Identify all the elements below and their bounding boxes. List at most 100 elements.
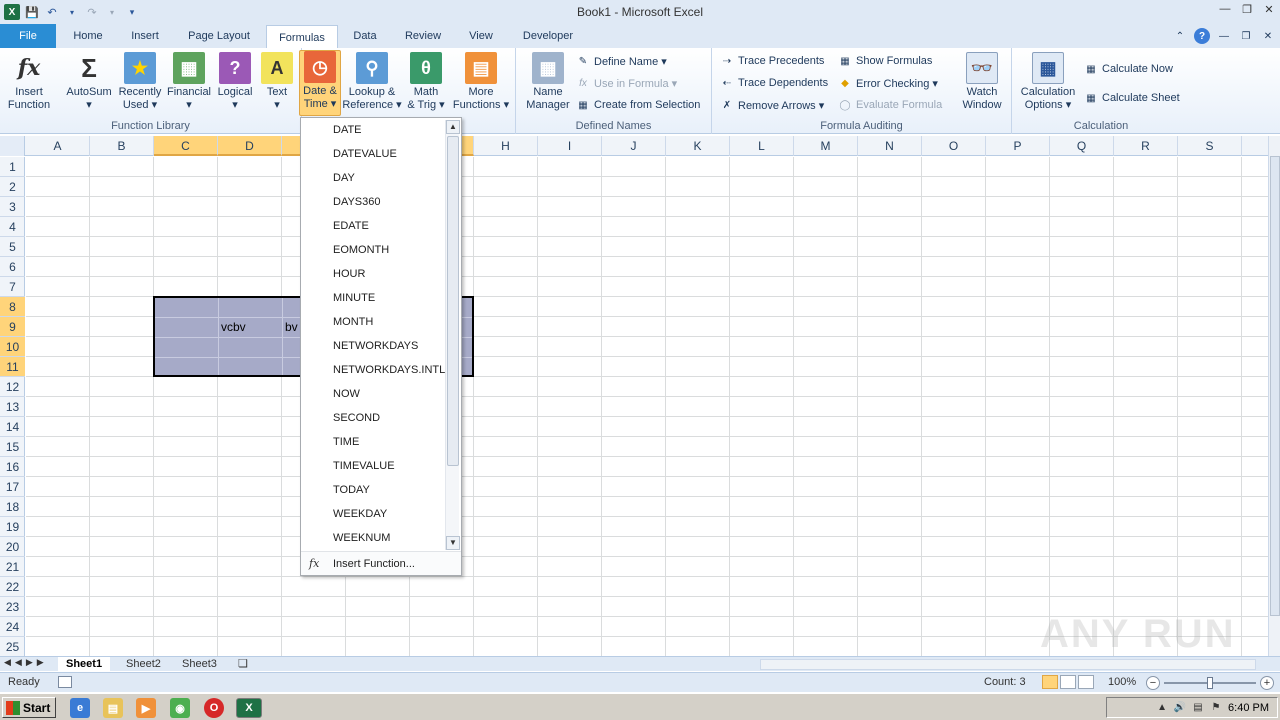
menu-item[interactable]: HOUR [333, 268, 365, 280]
workbook-restore-icon[interactable]: ❐ [1238, 28, 1254, 44]
watch-window-button[interactable]: 👓 Watch Window [956, 52, 1008, 112]
workbook-close-icon[interactable]: ✕ [1260, 28, 1276, 44]
menu-item[interactable]: TIME [333, 436, 359, 448]
row-header[interactable]: 3 [0, 197, 25, 217]
menu-item[interactable]: EDATE [333, 220, 369, 232]
scroll-down-icon[interactable]: ▼ [446, 536, 460, 550]
sheet-tab[interactable]: Sheet3 [174, 657, 225, 672]
text-button[interactable]: A Text ▾ [258, 52, 296, 112]
row-header[interactable]: 25 [0, 637, 25, 657]
column-header[interactable]: L [730, 136, 794, 156]
horizontal-scrollbar[interactable] [760, 659, 1256, 670]
row-header[interactable]: 4 [0, 217, 25, 237]
use-in-formula-button[interactable]: fx Use in Formula ▾ [576, 76, 677, 90]
row-header[interactable]: 20 [0, 537, 25, 557]
excel-taskbar-icon[interactable]: X [236, 698, 262, 718]
tab-review[interactable]: Review [396, 24, 450, 48]
column-header[interactable]: B [90, 136, 154, 156]
tab-page-layout[interactable]: Page Layout [178, 24, 260, 48]
scroll-up-icon[interactable]: ▲ [446, 120, 460, 134]
column-header[interactable]: I [538, 136, 602, 156]
page-layout-view-icon[interactable] [1060, 675, 1076, 689]
excel-logo-icon[interactable]: X [4, 4, 20, 20]
column-header[interactable]: N [858, 136, 922, 156]
menu-item[interactable]: TODAY [333, 484, 370, 496]
row-header[interactable]: 11 [0, 357, 25, 377]
minimize-icon[interactable]: — [1214, 0, 1236, 18]
menu-item[interactable]: WEEKDAY [333, 508, 387, 520]
create-from-selection-button[interactable]: ▦ Create from Selection [576, 98, 700, 112]
row-header[interactable]: 13 [0, 397, 25, 417]
trace-dependents-button[interactable]: ⇠ Trace Dependents [720, 76, 828, 90]
menu-item[interactable]: TIMEVALUE [333, 460, 395, 472]
volume-icon[interactable]: 🔊 [1174, 702, 1186, 714]
redo-dropdown-icon[interactable]: ▾ [104, 4, 120, 20]
error-checking-button[interactable]: ◆ Error Checking ▾ [838, 76, 938, 90]
menu-item[interactable]: DATEVALUE [333, 148, 397, 160]
chrome-icon[interactable]: ◉ [170, 698, 190, 718]
row-header[interactable]: 18 [0, 497, 25, 517]
menu-item[interactable]: DAY [333, 172, 355, 184]
recently-used-button[interactable]: ★ Recently Used ▾ [116, 52, 164, 112]
column-header[interactable]: C [154, 136, 218, 156]
save-icon[interactable]: 💾 [24, 4, 40, 20]
sheet-tab[interactable]: Sheet1 [58, 657, 111, 672]
row-header[interactable]: 5 [0, 237, 25, 257]
zoom-knob[interactable] [1207, 677, 1213, 689]
row-header[interactable]: 10 [0, 337, 25, 357]
column-header[interactable]: P [986, 136, 1050, 156]
zoom-level[interactable]: 100% [1108, 676, 1136, 688]
dropdown-scrollbar[interactable]: ▲ ▼ [445, 120, 460, 550]
zoom-out-icon[interactable]: − [1146, 676, 1160, 690]
zoom-in-icon[interactable]: + [1260, 676, 1274, 690]
column-header[interactable]: K [666, 136, 730, 156]
row-header[interactable]: 14 [0, 417, 25, 437]
scroll-thumb[interactable] [447, 136, 459, 466]
column-header[interactable]: A [26, 136, 90, 156]
row-header[interactable]: 15 [0, 437, 25, 457]
opera-icon[interactable]: O [204, 698, 224, 718]
insert-sheet-icon[interactable]: ❏ [230, 657, 256, 672]
date-time-button[interactable]: ◷ Date & Time ▾ [299, 50, 341, 116]
workbook-minimize-icon[interactable]: — [1216, 28, 1232, 44]
minimize-ribbon-icon[interactable]: ⌃ [1172, 28, 1188, 44]
row-header[interactable]: 6 [0, 257, 25, 277]
menu-item[interactable]: DATE [333, 124, 362, 136]
sheet-tab[interactable]: Sheet2 [118, 657, 169, 672]
select-all-corner[interactable] [0, 136, 25, 156]
worksheet-grid[interactable] [26, 157, 1268, 657]
menu-item[interactable]: EOMONTH [333, 244, 389, 256]
row-header[interactable]: 23 [0, 597, 25, 617]
row-header[interactable]: 17 [0, 477, 25, 497]
vertical-scroll-thumb[interactable] [1270, 156, 1280, 616]
redo-icon[interactable]: ↷ [84, 4, 100, 20]
zoom-slider[interactable]: − + [1146, 676, 1274, 690]
show-formulas-button[interactable]: ▦ Show Formulas [838, 54, 932, 68]
column-header[interactable]: O [922, 136, 986, 156]
row-header[interactable]: 8 [0, 297, 25, 317]
internet-explorer-icon[interactable]: e [70, 698, 90, 718]
calculation-options-button[interactable]: ▦ Calculation Options ▾ [1016, 52, 1080, 112]
sheet-nav-arrows-icon[interactable]: ◀◀▶▶ [4, 657, 48, 668]
tab-data[interactable]: Data [344, 24, 386, 48]
column-header[interactable]: Q [1050, 136, 1114, 156]
menu-item[interactable]: MINUTE [333, 292, 375, 304]
action-center-flag-icon[interactable]: ⚑ [1210, 702, 1222, 714]
restore-icon[interactable]: ❐ [1236, 0, 1258, 18]
undo-icon[interactable]: ↶ [44, 4, 60, 20]
row-header[interactable]: 12 [0, 377, 25, 397]
tab-file[interactable]: File [0, 24, 56, 48]
taskbar-clock[interactable]: 6:40 PM [1228, 702, 1269, 714]
tab-home[interactable]: Home [62, 24, 114, 48]
row-header[interactable]: 1 [0, 157, 25, 177]
column-header[interactable]: J [602, 136, 666, 156]
menu-item[interactable]: SECOND [333, 412, 380, 424]
help-icon[interactable]: ? [1194, 28, 1210, 44]
column-header[interactable]: R [1114, 136, 1178, 156]
menu-item[interactable]: WEEKNUM [333, 532, 390, 544]
row-header[interactable]: 24 [0, 617, 25, 637]
column-header[interactable]: S [1178, 136, 1242, 156]
close-icon[interactable]: ✕ [1258, 0, 1280, 18]
vertical-scrollbar[interactable] [1268, 136, 1280, 656]
tray-expand-icon[interactable]: ▲ [1156, 702, 1168, 714]
